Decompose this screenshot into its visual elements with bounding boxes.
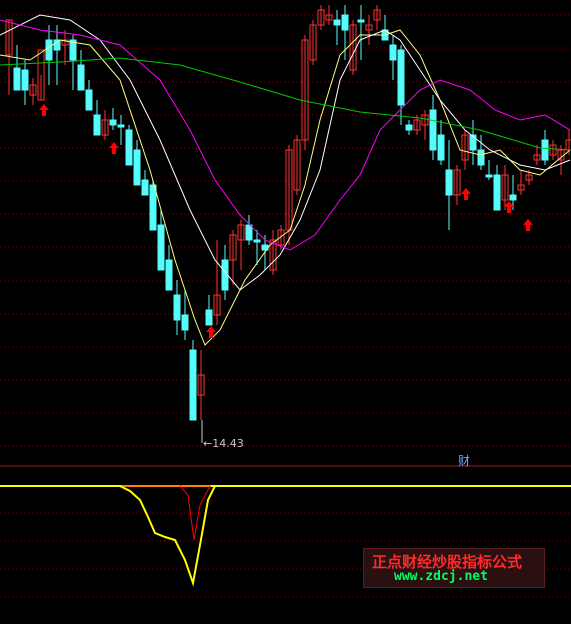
ma-long-line: [0, 19, 571, 251]
candle-body: [109, 119, 117, 126]
up-arrow-icon: [109, 142, 119, 154]
candle-body: [173, 294, 181, 321]
candle-body: [13, 67, 21, 91]
indicator-tab[interactable]: 财: [458, 452, 470, 469]
candle-body: [93, 114, 101, 136]
candlestick-panel[interactable]: [0, 0, 571, 465]
candle-body: [85, 89, 93, 111]
candle-body: [429, 109, 437, 151]
candle-body: [485, 174, 493, 178]
candle-body: [509, 194, 517, 201]
candle-body: [541, 139, 549, 161]
low-price-value: 14.43: [212, 437, 244, 450]
candle-body: [397, 49, 405, 106]
candle-body: [477, 149, 485, 166]
candle-body: [125, 129, 133, 166]
candle-body: [341, 14, 349, 31]
ma-short-line: [0, 29, 571, 346]
candle-body: [253, 239, 261, 243]
candle-body: [437, 134, 445, 161]
indicator-panel[interactable]: [0, 465, 571, 624]
candle-body: [157, 224, 165, 271]
candle-body: [405, 124, 413, 131]
low-price-marker: ←14.43: [203, 437, 244, 450]
watermark-banner: 正点财经炒股指标公式 www.zdcj.net: [363, 548, 545, 588]
up-arrow-icon: [461, 188, 471, 200]
candle-body: [133, 149, 141, 186]
stock-chart[interactable]: ←14.43 财 正点财经炒股指标公式 www.zdcj.net: [0, 0, 571, 624]
candle-body: [45, 39, 53, 61]
candle-body: [21, 69, 29, 91]
candle-body: [445, 169, 453, 196]
candle-body: [205, 309, 213, 326]
candle-body: [333, 19, 341, 26]
candle-body: [149, 184, 157, 231]
candle-body: [357, 19, 365, 23]
left-arrow-icon: ←: [203, 437, 213, 450]
up-arrow-icon: [523, 219, 533, 231]
candle-body: [141, 179, 149, 196]
candle-body: [389, 44, 397, 61]
watermark-url: www.zdcj.net: [394, 569, 488, 584]
candle-body: [493, 174, 501, 211]
indicator-line: [119, 485, 216, 587]
candle-body: [245, 224, 253, 241]
candle-body: [469, 134, 477, 151]
candle-body: [165, 259, 173, 291]
candle-body: [77, 64, 85, 91]
candle-body: [189, 349, 197, 421]
candle-body: [117, 124, 125, 128]
up-arrow-icon: [39, 104, 49, 116]
candle-body: [181, 314, 189, 331]
